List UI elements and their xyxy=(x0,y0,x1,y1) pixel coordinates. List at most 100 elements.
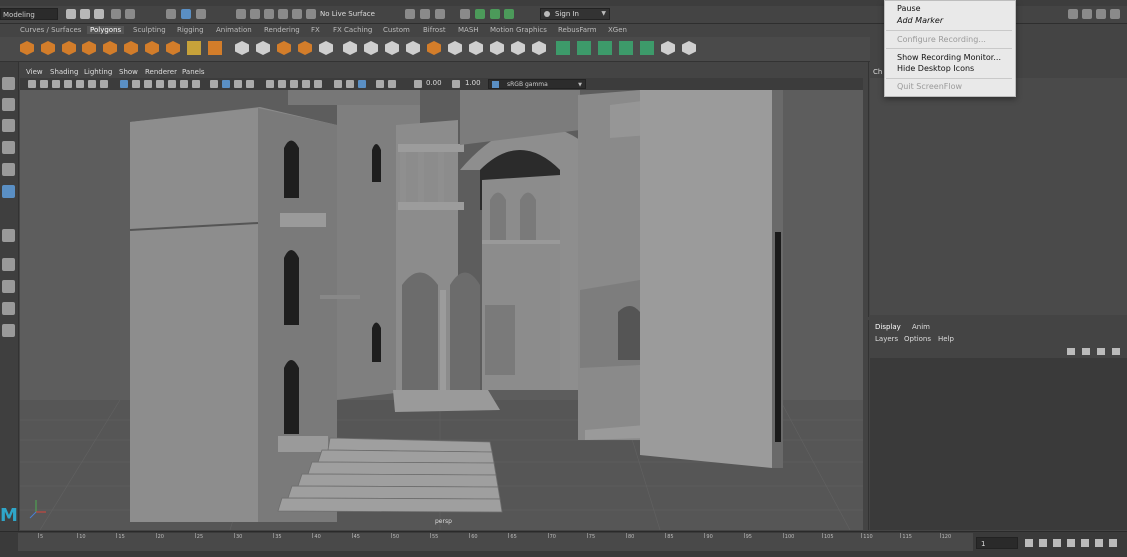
tab-mash[interactable]: MASH xyxy=(458,26,479,34)
ipr-render-icon[interactable] xyxy=(435,9,445,19)
help-menu[interactable]: Help xyxy=(938,335,954,343)
wireframe-on-shaded-icon[interactable] xyxy=(144,80,152,88)
move-layer-down-icon[interactable] xyxy=(1082,348,1090,355)
snap-view-icon[interactable] xyxy=(278,9,288,19)
resolution-gate-icon[interactable] xyxy=(266,80,274,88)
live-surface-icon[interactable] xyxy=(306,9,316,19)
field-chart-icon[interactable] xyxy=(290,80,298,88)
pause-icon[interactable] xyxy=(504,9,514,19)
four-view-icon[interactable] xyxy=(2,258,15,271)
construction-history-icon[interactable] xyxy=(405,9,415,19)
anti-aliasing-icon[interactable] xyxy=(346,80,354,88)
step-back-key-icon[interactable] xyxy=(1039,539,1047,547)
exposure-field[interactable]: 0.00 xyxy=(426,79,442,87)
select-component-icon[interactable] xyxy=(196,9,206,19)
go-to-end-icon[interactable] xyxy=(1109,539,1117,547)
tab-xgen[interactable]: XGen xyxy=(608,26,627,34)
snap-point-icon[interactable] xyxy=(264,9,274,19)
safe-action-icon[interactable] xyxy=(302,80,310,88)
tab-fx[interactable]: FX xyxy=(311,26,320,34)
shadows-icon[interactable] xyxy=(180,80,188,88)
redo-icon[interactable] xyxy=(125,9,135,19)
snap-curve-icon[interactable] xyxy=(250,9,260,19)
step-back-frame-icon[interactable] xyxy=(1053,539,1061,547)
viewport-menu-view[interactable]: View xyxy=(26,68,43,76)
viewport-menu-renderer[interactable]: Renderer xyxy=(145,68,177,76)
grid-icon[interactable] xyxy=(100,80,108,88)
wireframe-icon[interactable] xyxy=(120,80,128,88)
tab-custom[interactable]: Custom xyxy=(383,26,410,34)
options-menu[interactable]: Options xyxy=(904,335,931,343)
current-frame-field[interactable]: 1 xyxy=(976,537,1018,549)
select-object-icon[interactable] xyxy=(181,9,191,19)
tab-rebusfarm[interactable]: RebusFarm xyxy=(558,26,597,34)
menu-item-show-recording-monitor[interactable]: Show Recording Monitor... xyxy=(897,53,1001,62)
paint-select-icon[interactable] xyxy=(2,119,15,132)
exposure-dial-icon[interactable] xyxy=(414,80,422,88)
grease-pencil-icon[interactable] xyxy=(88,80,96,88)
select-tool-icon[interactable] xyxy=(2,77,15,90)
go-to-start-icon[interactable] xyxy=(1025,539,1033,547)
tab-sculpting[interactable]: Sculpting xyxy=(133,26,166,34)
viewport-menu-panels[interactable]: Panels xyxy=(182,68,205,76)
poly-type-icon[interactable] xyxy=(187,41,201,55)
depth-of-field-icon[interactable] xyxy=(358,80,366,88)
channel-box-toggle-icon[interactable] xyxy=(1110,9,1120,19)
camera-attributes-icon[interactable] xyxy=(40,80,48,88)
tab-motion-graphics[interactable]: Motion Graphics xyxy=(490,26,547,34)
xray-joints-icon[interactable] xyxy=(234,80,242,88)
viewport-panel[interactable]: persp xyxy=(20,90,863,530)
svg-icon[interactable] xyxy=(208,41,222,55)
select-camera-icon[interactable] xyxy=(28,80,36,88)
move-layer-up-icon[interactable] xyxy=(1067,348,1075,355)
rebus-download-icon[interactable] xyxy=(619,41,633,55)
menu-item-hide-desktop-icons[interactable]: Hide Desktop Icons xyxy=(897,64,974,73)
mode-selector[interactable]: Modeling xyxy=(0,8,58,20)
attribute-editor-icon[interactable] xyxy=(1096,9,1106,19)
textured-icon[interactable] xyxy=(156,80,164,88)
render-settings-icon[interactable] xyxy=(460,9,470,19)
step-forward-frame-icon[interactable] xyxy=(1095,539,1103,547)
tab-bifrost[interactable]: Bifrost xyxy=(423,26,446,34)
rebus-upload-icon[interactable] xyxy=(577,41,591,55)
open-scene-icon[interactable] xyxy=(80,9,90,19)
use-lights-icon[interactable] xyxy=(168,80,176,88)
lasso-tool-icon[interactable] xyxy=(2,98,15,111)
smooth-shade-icon[interactable] xyxy=(132,80,140,88)
single-view-icon[interactable] xyxy=(2,229,15,242)
persp-outliner-icon[interactable] xyxy=(2,280,15,293)
outliner-icon[interactable] xyxy=(2,324,15,337)
snap-grid-icon[interactable] xyxy=(236,9,246,19)
ambient-occlusion-icon[interactable] xyxy=(192,80,200,88)
snap-surface-icon[interactable] xyxy=(292,9,302,19)
bookmark-icon[interactable] xyxy=(52,80,60,88)
tab-polygons[interactable]: Polygons xyxy=(87,26,125,34)
2d-pan-zoom-icon[interactable] xyxy=(76,80,84,88)
menu-item-add-marker[interactable]: Add Marker xyxy=(897,16,943,25)
gate-mask-icon[interactable] xyxy=(278,80,286,88)
new-scene-icon[interactable] xyxy=(66,9,76,19)
toolkit-icon[interactable] xyxy=(1082,9,1092,19)
channel-box-tab[interactable]: Ch xyxy=(873,68,882,76)
live-surface-label[interactable]: No Live Surface xyxy=(320,10,375,18)
render-frame-icon[interactable] xyxy=(420,9,430,19)
color-space-select[interactable]: sRGB gamma ▼ xyxy=(488,79,586,89)
layers-menu[interactable]: Layers xyxy=(875,335,898,343)
hypershade-icon[interactable] xyxy=(475,9,485,19)
tab-rendering[interactable]: Rendering xyxy=(264,26,300,34)
tab-curves-surfaces[interactable]: Curves / Surfaces xyxy=(20,26,81,34)
rebus-render-icon[interactable] xyxy=(556,41,570,55)
rebus-check-icon[interactable] xyxy=(598,41,612,55)
persp-graph-icon[interactable] xyxy=(2,302,15,315)
xray-icon[interactable] xyxy=(222,80,230,88)
exposure-icon[interactable] xyxy=(388,80,396,88)
new-layer-selected-icon[interactable] xyxy=(1112,348,1120,355)
viewport-menu-lighting[interactable]: Lighting xyxy=(84,68,112,76)
tab-rigging[interactable]: Rigging xyxy=(177,26,204,34)
select-hierarchy-icon[interactable] xyxy=(166,9,176,19)
save-scene-icon[interactable] xyxy=(94,9,104,19)
scale-tool-icon[interactable] xyxy=(2,185,15,198)
xray-components-icon[interactable] xyxy=(246,80,254,88)
hud-icon[interactable] xyxy=(376,80,384,88)
image-plane-icon[interactable] xyxy=(64,80,72,88)
